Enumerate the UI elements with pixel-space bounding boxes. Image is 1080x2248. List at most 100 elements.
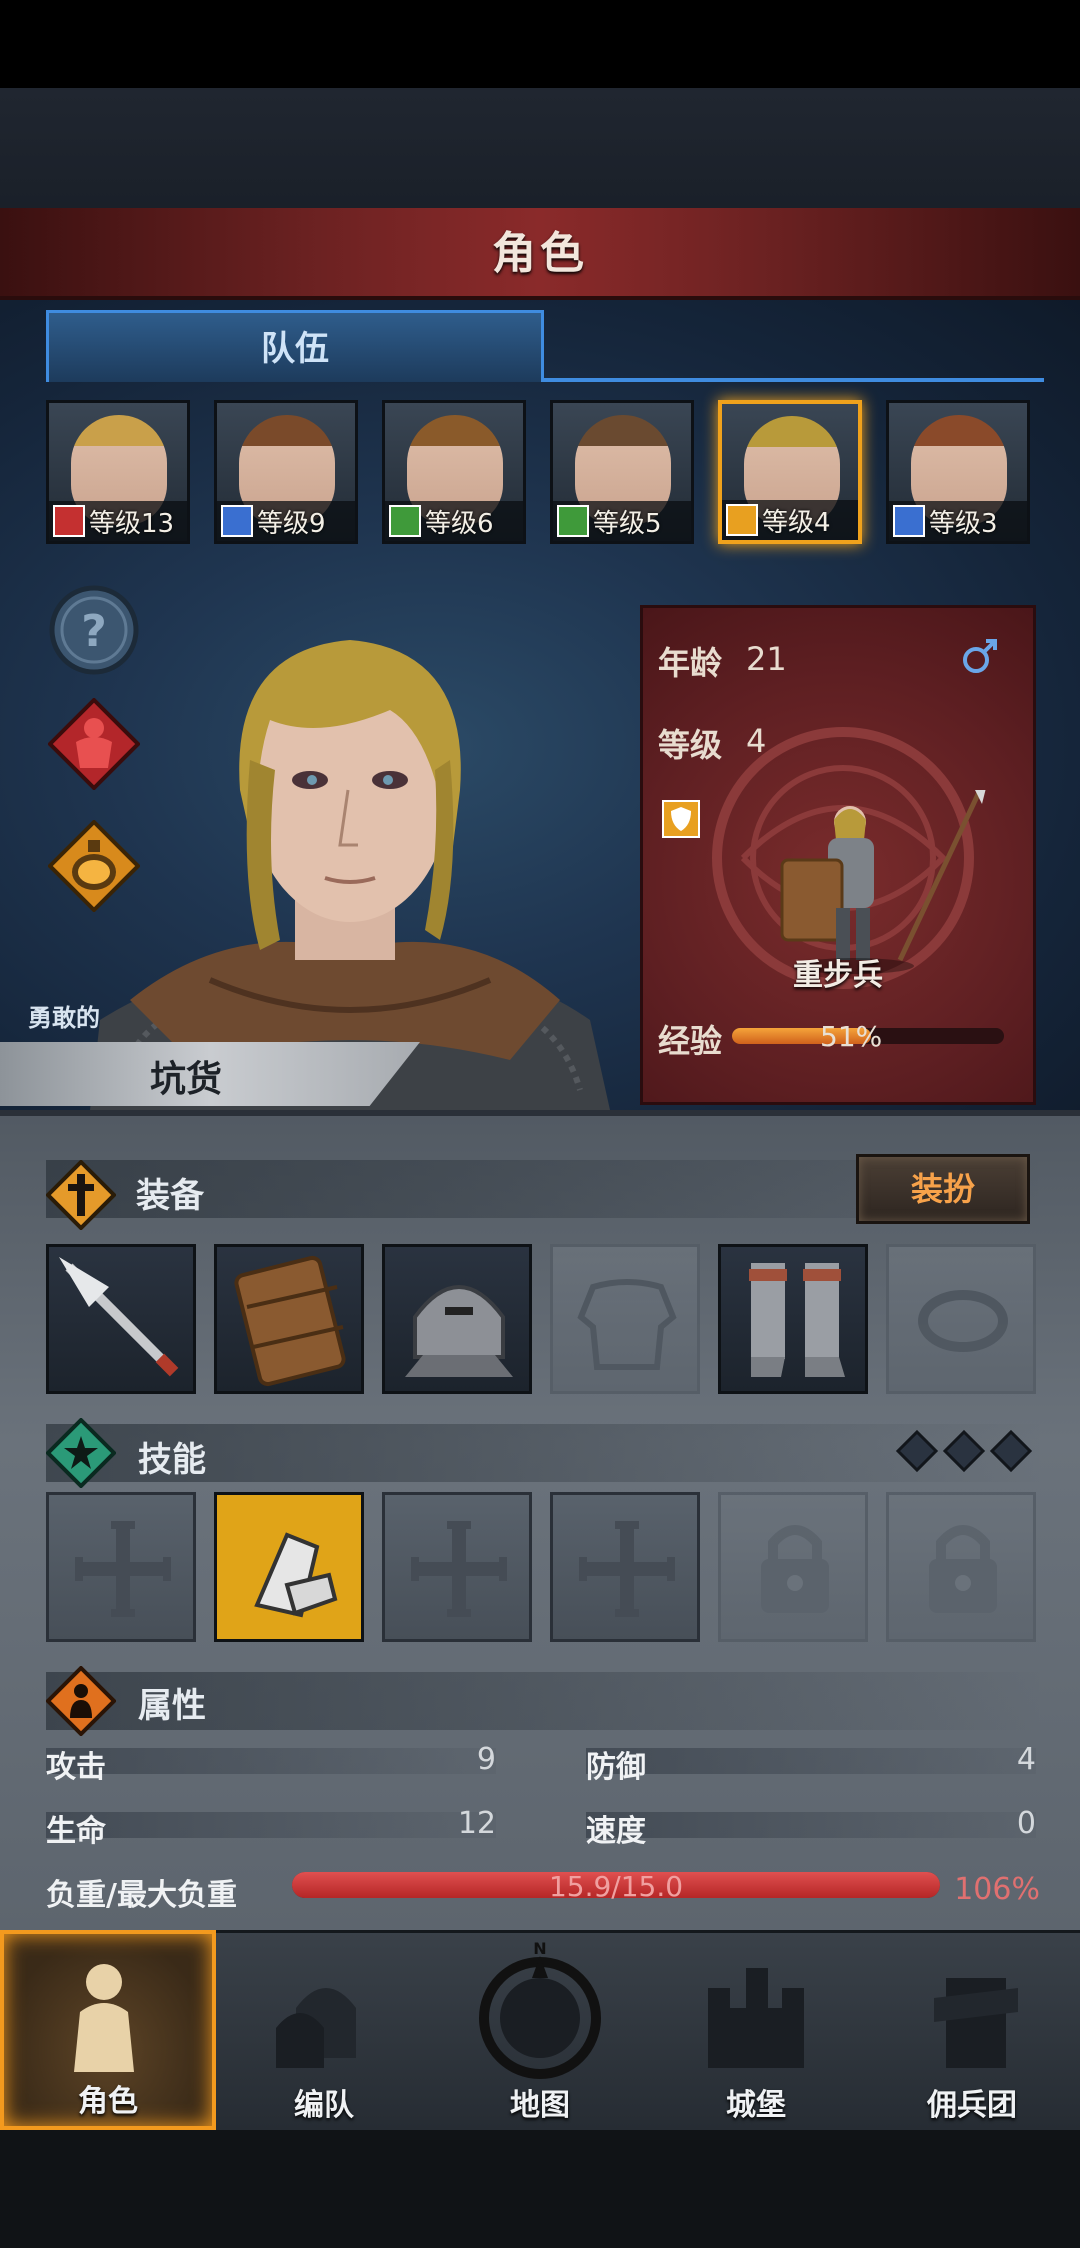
compass-icon: N <box>479 1939 601 2079</box>
shield-class-icon <box>662 800 700 842</box>
equipment-slot[interactable] <box>886 1244 1036 1394</box>
skill-slot[interactable] <box>382 1492 532 1642</box>
nav-label: 角色 <box>78 2084 138 2119</box>
member-level-bar: 等级9 <box>217 501 355 541</box>
lock-icon <box>929 1525 997 1613</box>
roster-member[interactable]: 等级5 <box>550 400 694 544</box>
trait-text: 勇敢的 <box>28 1004 100 1032</box>
skill-slot[interactable] <box>718 1492 868 1642</box>
trait-label: 勇敢的 <box>28 998 138 1038</box>
bottom-bar <box>0 2130 1080 2248</box>
attributes-title: 属性 <box>138 1686 206 1726</box>
member-level-bar: 等级3 <box>889 501 1027 541</box>
member-level: 等级6 <box>425 509 494 539</box>
health-label: 生命 <box>46 1814 106 1849</box>
helmet-icon <box>405 1285 513 1377</box>
member-level: 等级13 <box>89 509 175 539</box>
skills-section-icon <box>45 1417 117 1492</box>
tab-team[interactable]: 队伍 <box>46 310 544 382</box>
level-label: 等级 <box>658 726 723 764</box>
horse-icon <box>53 505 85 537</box>
page-title: 角色 <box>492 228 588 279</box>
equipment-section-icon <box>45 1159 117 1234</box>
armor-slot-icon <box>577 1279 677 1370</box>
crossed-swords-icon <box>557 505 589 537</box>
equipment-slot[interactable] <box>718 1244 868 1394</box>
roster-member[interactable]: 等级3 <box>886 400 1030 544</box>
member-level: 等级3 <box>929 509 998 539</box>
skill-slot[interactable] <box>550 1492 700 1642</box>
exp-label: 经验 <box>658 1022 723 1060</box>
nav-label: 城堡 <box>726 2088 786 2123</box>
nav-item[interactable]: 角色 <box>0 1930 216 2130</box>
name-plate[interactable]: 坑货 <box>0 1042 420 1106</box>
member-level: 等级9 <box>257 509 326 539</box>
tab-team-label: 队伍 <box>261 329 329 369</box>
svg-text:N: N <box>533 1939 546 1958</box>
character-portrait <box>90 620 610 1110</box>
crossed-swords-icon <box>389 505 421 537</box>
ring-slot-icon <box>918 1290 1008 1352</box>
roster-member[interactable]: 等级13 <box>46 400 190 544</box>
skill-slot[interactable] <box>214 1492 364 1642</box>
equipment-slot[interactable] <box>382 1244 532 1394</box>
lock-icon <box>761 1525 829 1613</box>
title-banner: 角色 <box>0 208 1080 300</box>
nav-item[interactable]: 佣兵团 <box>864 1930 1080 2130</box>
roster-member[interactable]: 等级6 <box>382 400 526 544</box>
defense-value: 4 <box>1016 1742 1036 1777</box>
shield-icon <box>726 504 758 536</box>
skill-points-indicator <box>894 1428 1034 1478</box>
gauntlet-skill-icon <box>217 1495 361 1639</box>
equipment-slot[interactable] <box>550 1244 700 1394</box>
nav-label: 编队 <box>294 2088 354 2123</box>
exp-percent: 51% <box>820 1020 883 1053</box>
speed-label: 速度 <box>586 1814 646 1849</box>
member-level-bar: 等级5 <box>553 501 691 541</box>
skill-slot[interactable] <box>886 1492 1036 1642</box>
nav-item[interactable]: N 地图 <box>432 1930 648 2130</box>
mercenary-icon <box>934 1978 1018 2068</box>
member-level: 等级4 <box>762 508 831 538</box>
attack-value: 9 <box>476 1742 496 1777</box>
skills-title: 技能 <box>138 1440 206 1480</box>
cross-icon <box>75 1521 171 1617</box>
portrait-illustration <box>90 640 610 1110</box>
member-level-bar: 等级6 <box>385 501 523 541</box>
dress-up-label: 装扮 <box>910 1170 975 1208</box>
top-bar <box>0 0 1080 88</box>
nav-label: 佣兵团 <box>927 2088 1017 2123</box>
speed-value: 0 <box>1016 1806 1036 1841</box>
castle-icon <box>708 1968 804 2068</box>
load-percent: 106% <box>954 1872 1040 1907</box>
roster-member[interactable]: 等级9 <box>214 400 358 544</box>
health-value: 12 <box>457 1806 496 1841</box>
dress-up-button[interactable]: 装扮 <box>856 1154 1030 1224</box>
age-label: 年龄 <box>658 644 723 682</box>
skill-slot[interactable] <box>46 1492 196 1642</box>
sword-icon <box>221 505 253 537</box>
boots-icon <box>749 1263 845 1377</box>
equipment-slot[interactable] <box>214 1244 364 1394</box>
tab-underline <box>544 378 1044 382</box>
member-level-bar: 等级4 <box>722 500 858 540</box>
defense-label: 防御 <box>586 1750 646 1785</box>
load-label: 负重/最大负重 <box>46 1878 237 1913</box>
attack-label: 攻击 <box>46 1750 106 1785</box>
age-value: 21 <box>746 640 787 678</box>
member-level: 等级5 <box>593 509 662 539</box>
header-band <box>0 88 1080 208</box>
class-name: 重步兵 <box>793 958 883 993</box>
level-value: 4 <box>746 722 767 760</box>
roster-member[interactable]: 等级4 <box>718 400 862 544</box>
wooden-shield-icon <box>234 1255 346 1387</box>
knight-icon <box>74 1964 134 2072</box>
male-icon <box>960 636 1000 680</box>
nav-item[interactable]: 编队 <box>216 1930 432 2130</box>
equipment-slot[interactable] <box>46 1244 196 1394</box>
attributes-section-icon <box>45 1665 117 1740</box>
nav-item[interactable]: 城堡 <box>648 1930 864 2130</box>
equipment-title: 装备 <box>136 1176 204 1216</box>
cross-icon <box>411 1521 507 1617</box>
spear-icon <box>59 1257 179 1377</box>
